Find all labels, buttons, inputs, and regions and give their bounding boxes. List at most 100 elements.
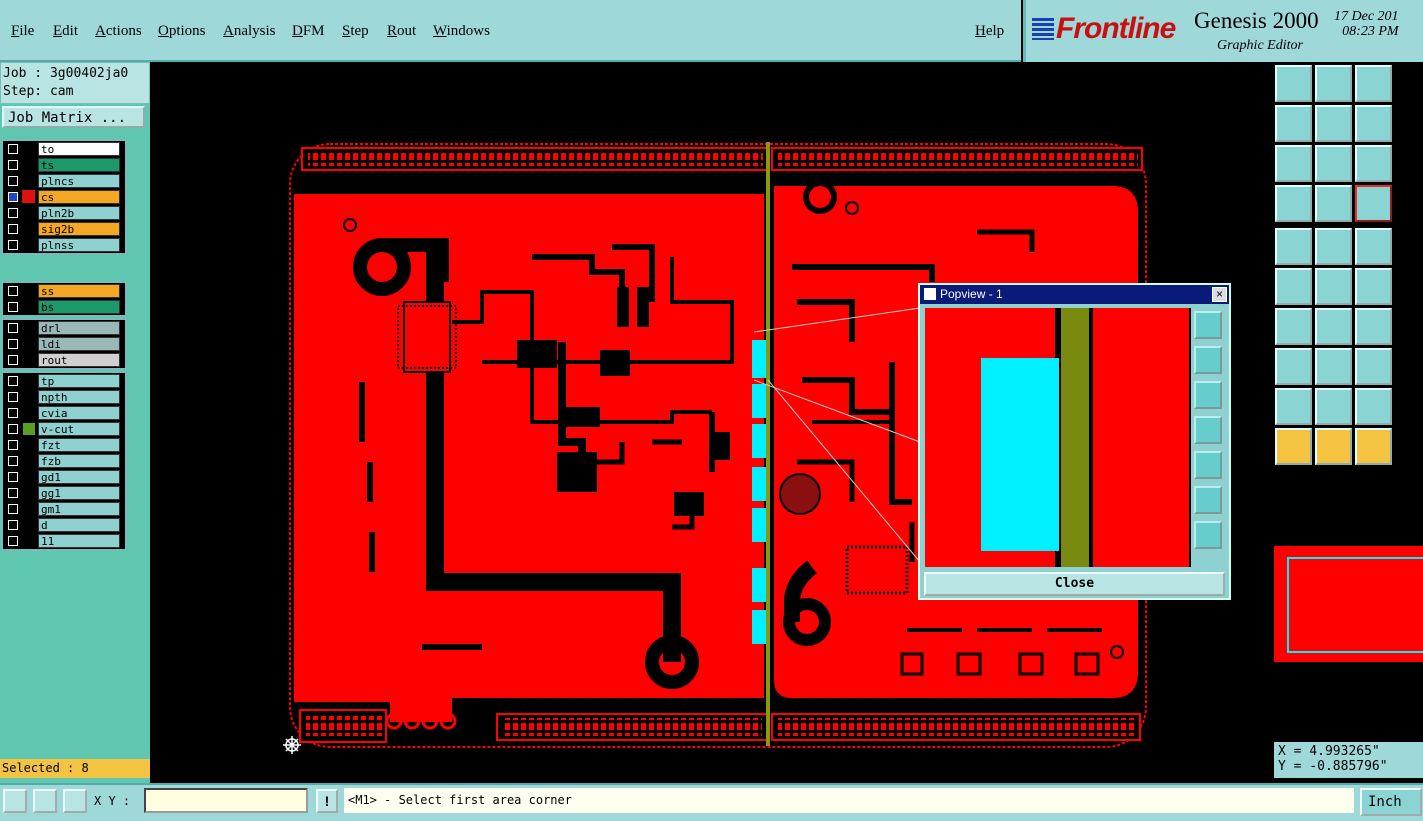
pan-right-tool-icon[interactable] [1315,105,1352,142]
menu-help[interactable]: Help [975,23,1004,40]
layer-row-pln2b[interactable]: pln2b [3,205,125,221]
popview-titlebar[interactable]: Popview - 1 × [920,285,1229,304]
layer-name[interactable]: v-cut [38,422,120,436]
layer-checkbox[interactable] [8,192,18,202]
menu-file[interactable]: File [11,23,34,40]
arc-tool-icon[interactable] [1355,308,1392,345]
layer-row-fzt[interactable]: fzt [3,437,125,453]
layer-checkbox[interactable] [8,355,18,365]
layer-row-to[interactable]: to [3,141,125,157]
layer-name[interactable]: 11 [38,534,120,548]
pad-tool-icon[interactable] [1275,228,1312,265]
ratio-tool-icon[interactable] [1355,145,1392,182]
select-box-tool-icon[interactable] [1315,428,1352,465]
layer-checkbox[interactable] [8,286,18,296]
grid-snap-icon[interactable] [63,789,87,813]
pan-left-button[interactable] [1194,416,1222,444]
zoom-in-button[interactable] [1194,486,1222,514]
layer-row-ss[interactable]: ss [3,283,125,299]
segment-tool-icon[interactable] [1315,348,1352,385]
layer-name[interactable]: cvia [38,406,120,420]
menu-rout[interactable]: Rout [387,23,416,40]
layer-row-bs[interactable]: bs [3,299,125,315]
undo-tool-icon[interactable] [1355,105,1392,142]
layer-checkbox[interactable] [8,536,18,546]
layer-name[interactable]: drl [38,321,120,335]
layer-name[interactable]: ldi [38,337,120,351]
layer-checkbox[interactable] [8,224,18,234]
arc-shape-tool-icon[interactable] [1355,388,1392,425]
zoom-fit-tool-icon[interactable] [1275,145,1312,182]
measure-tool-icon[interactable] [1355,228,1392,265]
layer-name[interactable]: plncs [38,174,120,188]
layer-checkbox[interactable] [8,440,18,450]
highlighted-pads[interactable] [752,340,766,644]
layer-name[interactable]: rout [38,353,120,367]
home-tool-icon[interactable] [1355,65,1392,102]
layer-row-gm1[interactable]: gm1 [3,501,125,517]
layer-row-gd1[interactable]: gd1 [3,469,125,485]
triangle-tool-icon[interactable] [1275,388,1312,425]
delete-tool-icon[interactable] [1315,268,1352,305]
layer-name[interactable]: to [38,142,120,156]
layer-row-sig2b[interactable]: sig2b [3,221,125,237]
layer-name[interactable]: sig2b [38,222,120,236]
layer-row-tp[interactable]: tp [3,373,125,389]
layer-name[interactable]: ss [38,284,120,298]
layer-checkbox[interactable] [8,144,18,154]
layer-checkbox[interactable] [8,456,18,466]
menu-step[interactable]: Step [342,23,369,40]
layer-row-plnss[interactable]: plnss [3,237,125,253]
job-matrix-button[interactable]: Job Matrix ... [2,106,145,128]
layer-name[interactable]: fzb [38,454,120,468]
layer-row-d[interactable]: d [3,517,125,533]
measure-icon[interactable] [33,789,57,813]
layer-row-plncs[interactable]: plncs [3,173,125,189]
layer-name[interactable]: pln2b [38,206,120,220]
layer-name[interactable]: tp [38,374,120,388]
menu-windows[interactable]: Windows [433,23,490,40]
layer-name[interactable]: plnss [38,238,120,252]
select-tool-icon[interactable] [1275,428,1312,465]
overview-map[interactable] [1274,546,1423,662]
layer-checkbox[interactable] [8,302,18,312]
line-tool-icon[interactable] [1315,228,1352,265]
layer-checkbox[interactable] [8,208,18,218]
layer-checkbox[interactable] [8,323,18,333]
popview-zoom-view[interactable] [925,308,1191,567]
ruler-tool-icon[interactable] [1275,185,1312,222]
layer-checkbox[interactable] [8,504,18,514]
pan-left-tool-icon[interactable] [1275,105,1312,142]
pan-right-button[interactable] [1194,451,1222,479]
layer-row-fzb[interactable]: fzb [3,453,125,469]
layer-name[interactable]: bs [38,300,120,314]
layer-checkbox[interactable] [8,488,18,498]
xy-input[interactable] [144,788,308,813]
menu-edit[interactable]: Edit [53,23,78,40]
layer-row-gg1[interactable]: gg1 [3,485,125,501]
alert-icon[interactable]: ! [316,789,338,813]
pan-down-tool-icon[interactable] [1315,65,1352,102]
layer-row-cs[interactable]: cs [3,189,125,205]
layer-checkbox[interactable] [8,520,18,530]
layer-checkbox[interactable] [8,472,18,482]
triangle-alt-tool-icon[interactable] [1315,388,1352,425]
layer-row-npth[interactable]: npth [3,389,125,405]
layer-row-cvia[interactable]: cvia [3,405,125,421]
layer-name[interactable]: gd1 [38,470,120,484]
window-menu-icon[interactable] [924,288,936,300]
layer-name[interactable]: gm1 [38,502,120,516]
line-alt-tool-icon[interactable] [1315,308,1352,345]
layer-name[interactable]: npth [38,390,120,404]
layer-checkbox[interactable] [8,424,18,434]
line-draw-tool-icon[interactable] [1275,308,1312,345]
zoom-area-icon[interactable] [3,789,27,813]
layer-checkbox[interactable] [8,376,18,386]
layer-checkbox[interactable] [8,240,18,250]
pan-down-button[interactable] [1194,381,1222,409]
layer-checkbox[interactable] [8,392,18,402]
pan-up-tool-icon[interactable] [1275,65,1312,102]
connect-tool-icon[interactable] [1275,268,1312,305]
units-selector[interactable]: Inch [1360,788,1422,816]
layer-name[interactable]: ts [38,158,120,172]
